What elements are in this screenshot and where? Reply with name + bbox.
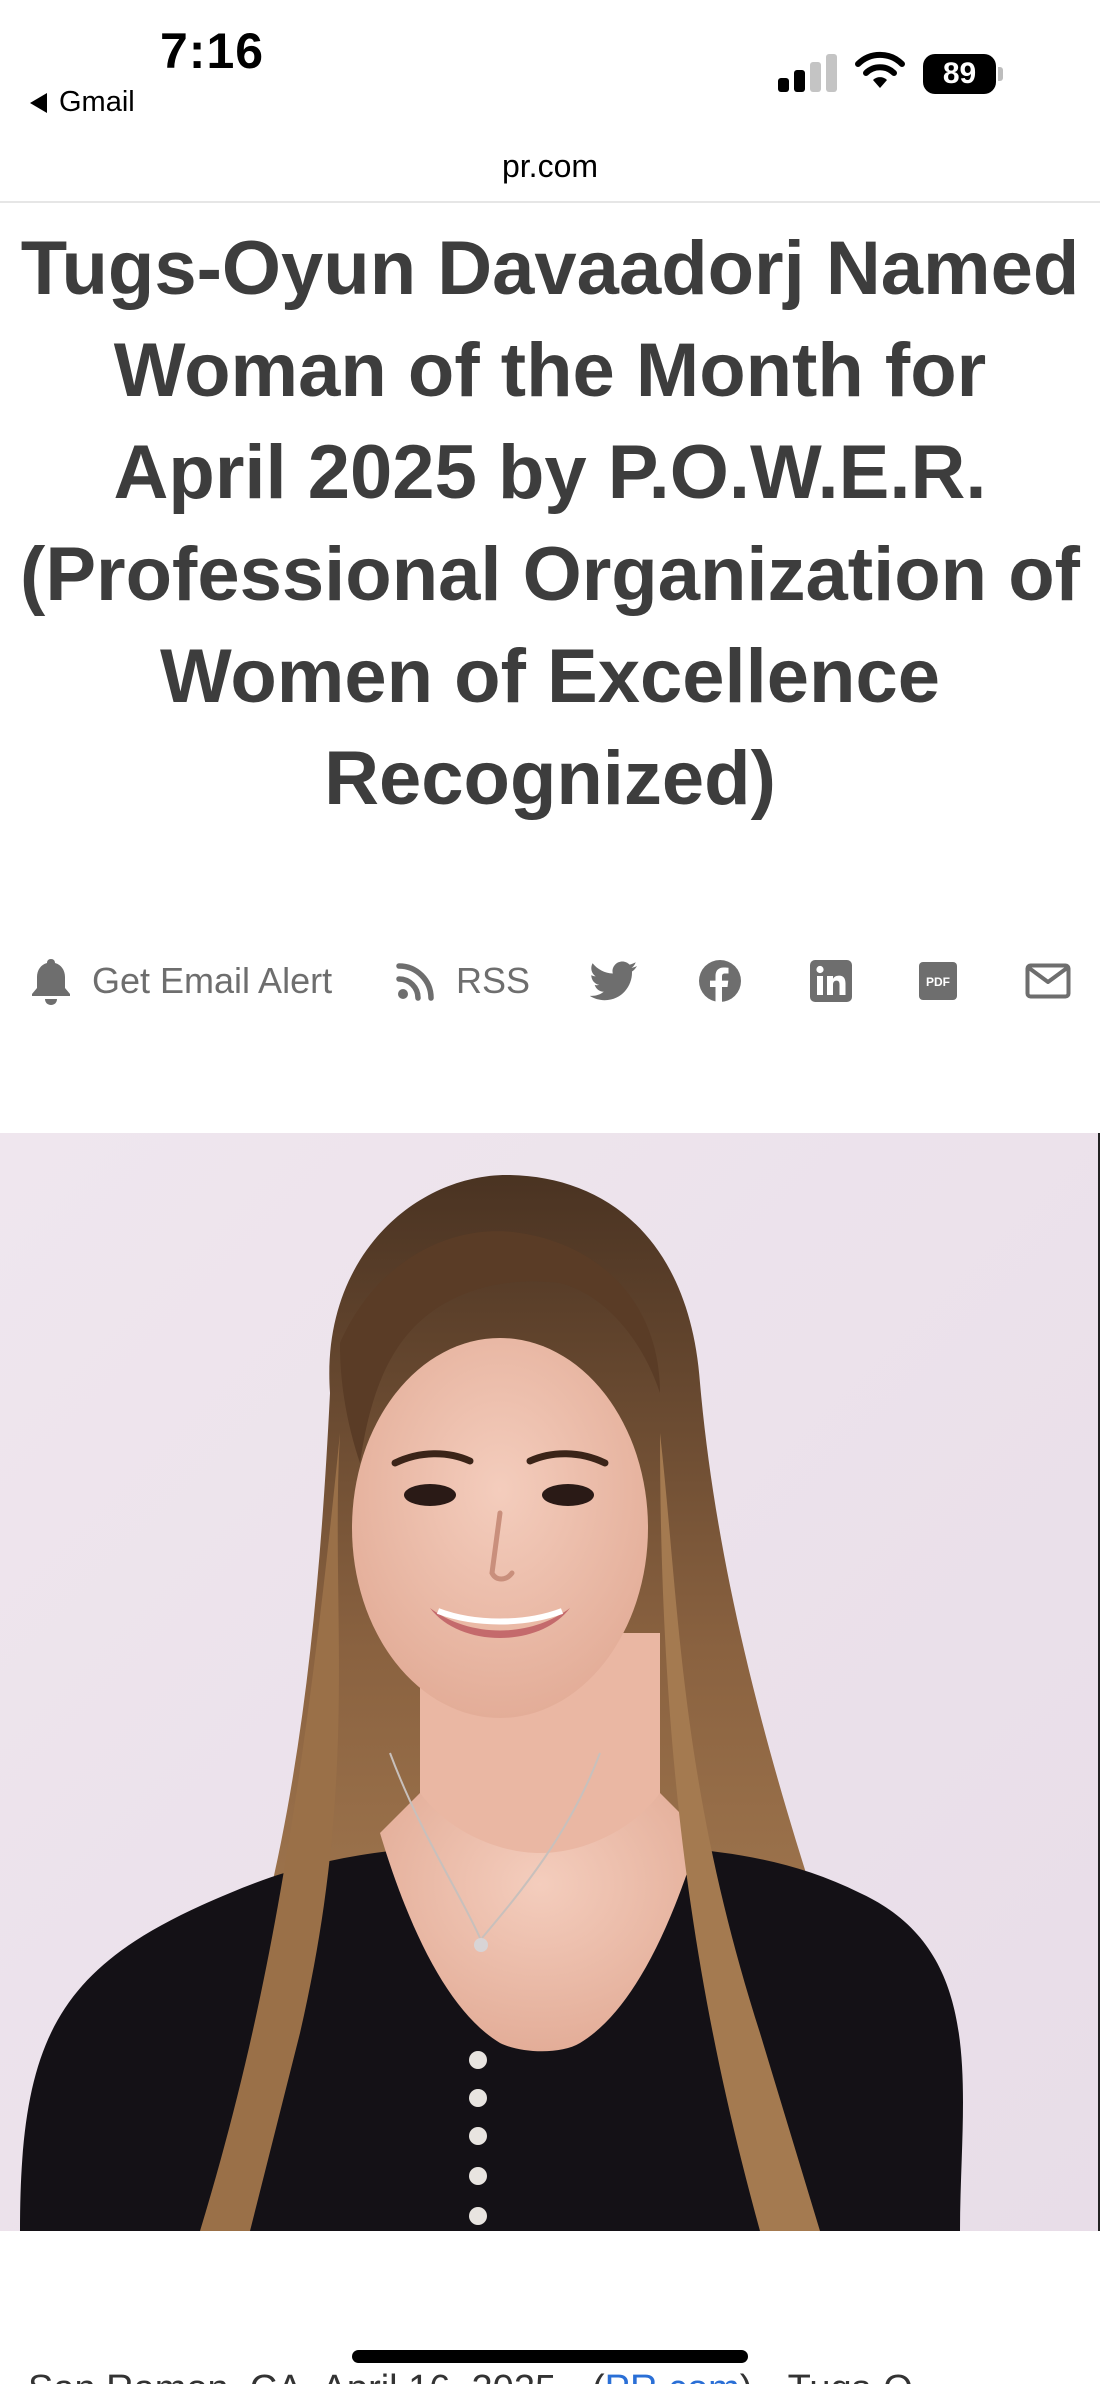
pr-com-link[interactable]: PR.com xyxy=(605,2368,740,2384)
article-headline: Tugs-Oyun Davaadorj Named Woman of the M… xyxy=(20,226,1080,821)
email-alert-button[interactable]: Get Email Alert xyxy=(30,948,332,1014)
linkedin-icon xyxy=(810,960,852,1002)
linkedin-share-button[interactable] xyxy=(810,948,852,1014)
wifi-icon xyxy=(855,51,905,88)
address-bar-url[interactable]: pr.com xyxy=(0,148,1100,185)
rss-button[interactable]: RSS xyxy=(396,948,530,1014)
share-toolbar: Get Email Alert RSS PDF xyxy=(0,948,1100,1014)
svg-text:PDF: PDF xyxy=(926,975,950,989)
back-arrow-icon xyxy=(30,92,47,113)
email-alert-label: Get Email Alert xyxy=(92,960,333,1001)
cellular-signal-icon xyxy=(778,54,838,92)
back-to-app-button[interactable]: Gmail xyxy=(30,86,135,119)
twitter-icon xyxy=(590,961,637,1001)
pdf-icon: PDF xyxy=(919,962,957,1000)
divider xyxy=(0,201,1100,203)
article-dateline: San Ramon, CA, April 16, 2025 --(PR.com)… xyxy=(28,2368,913,2384)
status-bar: 7:16 Gmail 89 xyxy=(0,0,1100,140)
status-time: 7:16 xyxy=(160,23,265,79)
pdf-download-button[interactable]: PDF xyxy=(919,948,957,1014)
email-share-button[interactable] xyxy=(1025,948,1071,1014)
dateline-text-end: )-- Tugs-O xyxy=(740,2368,913,2384)
rss-label: RSS xyxy=(456,960,531,1001)
portrait-image xyxy=(0,1133,1100,2231)
dateline-text: San Ramon, CA, April 16, 2025 --( xyxy=(28,2368,605,2384)
facebook-icon xyxy=(699,960,741,1003)
mail-icon xyxy=(1025,963,1071,999)
twitter-share-button[interactable] xyxy=(590,948,638,1014)
facebook-share-button[interactable] xyxy=(698,948,742,1014)
rss-icon xyxy=(396,963,434,1001)
article-photo xyxy=(0,1133,1100,2231)
battery-icon: 89 xyxy=(923,54,1003,94)
battery-level: 89 xyxy=(923,54,996,94)
bell-icon xyxy=(32,959,70,1005)
home-indicator[interactable] xyxy=(352,2350,748,2363)
back-app-label: Gmail xyxy=(59,86,135,118)
